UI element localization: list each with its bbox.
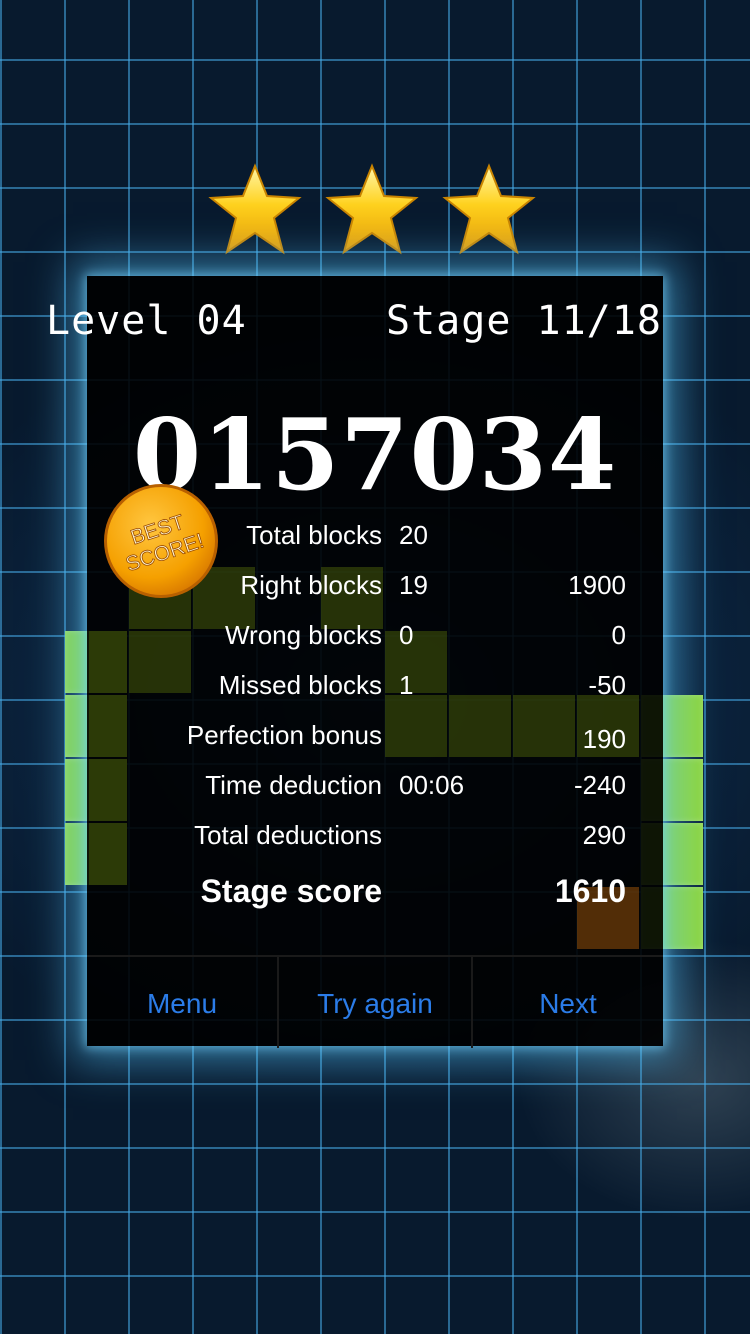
stage-score-label: Stage score: [200, 873, 382, 909]
stat-label: Total blocks: [246, 520, 382, 550]
stat-row-missed-blocks: Missed blocks 1 -50: [0, 670, 750, 710]
stage-score-row: Stage score 1610: [0, 873, 750, 913]
best-score-badge: BEST SCORE!: [104, 484, 218, 598]
stat-value: 0: [399, 620, 414, 650]
stat-points: -240: [573, 770, 626, 800]
stat-label: Perfection bonus: [186, 720, 382, 750]
stat-points: 290: [582, 820, 626, 850]
try-again-button[interactable]: Try again: [279, 957, 471, 1048]
star-icon: [442, 163, 536, 255]
stat-row-time-deduction: Time deduction 00:06 -240: [0, 770, 750, 810]
stat-points: 0: [611, 620, 626, 650]
stat-value: 00:06: [399, 770, 465, 800]
stage-score-value: 1610: [554, 873, 626, 909]
stat-points: 1900: [568, 570, 626, 600]
stat-value: 20: [399, 520, 428, 550]
stat-label: Missed blocks: [218, 670, 382, 700]
action-bar: Menu Try again Next: [87, 955, 663, 1048]
stat-label: Wrong blocks: [224, 620, 382, 650]
star-rating: [205, 160, 545, 260]
level-label: Level 04: [46, 298, 247, 344]
menu-button[interactable]: Menu: [87, 957, 277, 1048]
stat-row-wrong-blocks: Wrong blocks 0 0: [0, 620, 750, 660]
star-icon: [325, 163, 419, 255]
star-icon: [208, 163, 302, 255]
stat-row-total-deductions: Total deductions 290: [0, 820, 750, 860]
stat-label: Time deduction: [205, 770, 382, 800]
stage-label: Stage 11/18: [386, 298, 662, 344]
stat-value: 19: [399, 570, 428, 600]
stat-value: 1: [399, 670, 414, 700]
stat-points: -50: [588, 670, 626, 700]
stat-label: Total deductions: [194, 820, 382, 850]
stat-points: 190: [582, 724, 626, 754]
stat-label: Right blocks: [240, 570, 382, 600]
stat-row-perfection-bonus: Perfection bonus 190: [0, 720, 750, 760]
next-button[interactable]: Next: [473, 957, 663, 1048]
